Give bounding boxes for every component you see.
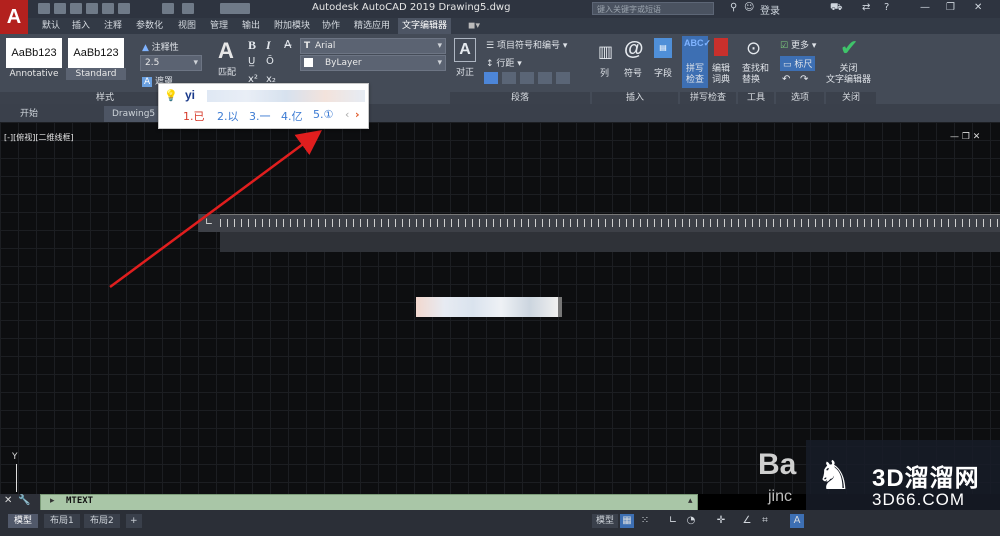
layout-tab-layout2[interactable]: 布局2 [84,514,120,528]
baidu-watermark-text: Ba [758,448,797,481]
customize-command-icon[interactable]: 🔧 [18,495,30,506]
layout-tab-model[interactable]: 模型 [8,514,39,528]
layout-tab-layout1[interactable]: 布局1 [44,514,80,528]
ime-candidate-1[interactable]: 1.已 [183,108,205,124]
ucs-y-line [16,464,17,492]
command-line-controls: ✕ 🔧 [0,494,40,510]
ime-candidate-4[interactable]: 4.亿 [281,108,303,124]
polar-icon[interactable]: ◔ [684,514,698,528]
snap-icon[interactable]: ⁙ [638,514,652,528]
ime-candidate-3[interactable]: 3.一 [249,108,271,124]
ime-candidate-5[interactable]: 5.① [313,108,333,121]
model-space-button[interactable]: 模型 [592,514,619,528]
command-history-arrow-icon[interactable]: ▴ [688,496,693,506]
baidu-watermark-subtext: jinc [768,488,793,505]
command-line-text: MTEXT [66,496,94,506]
osnap-icon[interactable]: ✛ [714,514,728,528]
watermark-domain: 3D66.COM [872,490,966,509]
annotation-scale-icon[interactable]: ∠ [740,514,754,528]
command-prompt-icon: ▸ [50,496,55,506]
ime-bulb-icon: 💡 [164,89,178,102]
ime-next-page-icon[interactable]: › [355,108,360,121]
ime-candidate-window[interactable]: 💡 yi 1.已 2.以 3.一 4.亿 5.① ‹ › [158,83,369,129]
ime-candidate-2[interactable]: 2.以 [217,108,239,124]
grid-icon[interactable]: ▦ [620,514,634,528]
annotation-visibility-icon[interactable]: A [790,514,804,528]
ime-prev-page-icon[interactable]: ‹ [345,108,349,121]
ucs-y-axis-icon: Y [12,452,18,462]
status-bar [0,510,1000,536]
ortho-icon[interactable]: ∟ [666,514,680,528]
ime-composition-input: yi [185,88,196,102]
watermark-brand: 3D溜溜网 [872,465,980,492]
selection-cycling-icon[interactable]: ⌗ [758,514,772,528]
close-command-icon[interactable]: ✕ [4,495,12,506]
add-layout-icon[interactable]: + [126,514,142,528]
deer-logo-icon: ♞ [816,453,852,499]
ime-hint-bar [207,90,365,102]
